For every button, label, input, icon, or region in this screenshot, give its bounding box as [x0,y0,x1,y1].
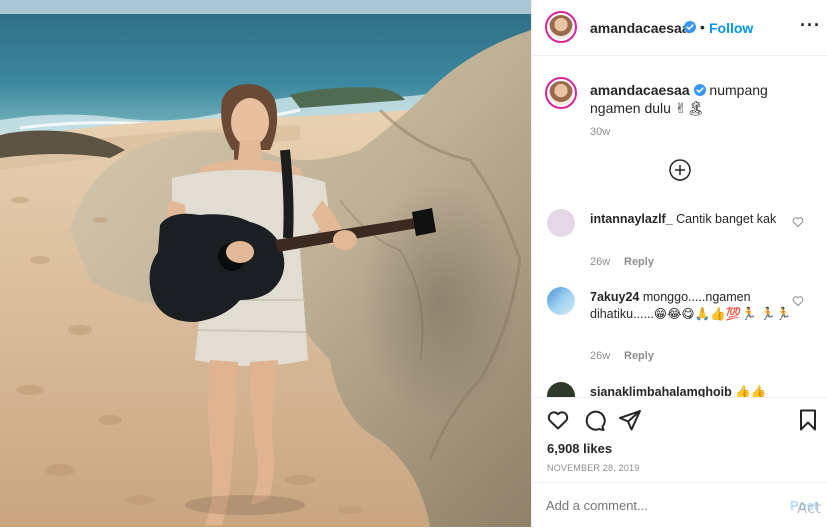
comment: 7akuy24 monggo.....ngamen dihatiku......… [590,289,795,323]
load-more-comments-icon[interactable] [669,159,691,181]
verified-icon [684,21,696,33]
comment-like-icon[interactable] [792,295,804,307]
comment-username[interactable]: intannaylazlf_ [590,212,673,226]
beach-guitar-photo [0,0,531,527]
post-actions: 6,908 likes NOVEMBER 28, 2019 Post Act [532,397,827,527]
author-username[interactable]: amandacaesaa [590,20,690,36]
comment-like-icon[interactable] [792,216,804,228]
activation-watermark: Act [797,499,822,517]
save-icon[interactable] [796,408,820,432]
comment-username[interactable]: 7akuy24 [590,290,639,304]
post-side-panel: amandacaesaa • Follow ··· amandacaesaa n… [531,0,827,527]
follow-button[interactable]: Follow [709,20,753,36]
reply-button[interactable]: Reply [624,350,654,362]
header-separator: • [700,19,705,35]
comment-icon[interactable] [582,408,606,432]
verified-icon [693,84,706,96]
caption-username[interactable]: amandacaesaa [590,82,690,98]
like-icon[interactable] [546,408,570,432]
comment-avatar[interactable] [547,209,575,237]
comment-avatar[interactable] [547,287,575,315]
post-photo[interactable] [0,0,531,527]
post-header: amandacaesaa • Follow ··· [532,0,827,56]
more-icon[interactable]: ··· [800,15,821,36]
comment: intannaylazlf_ Cantik banget kak [590,211,795,228]
comment-age: 26w [590,256,611,268]
reply-button[interactable]: Reply [624,256,654,268]
share-icon[interactable] [618,408,642,432]
comment-age: 26w [590,350,611,362]
add-comment-bar: Post Act [532,482,827,528]
caption-age: 30w [590,126,611,138]
author-avatar[interactable] [545,11,577,43]
likes-count[interactable]: 6,908 likes [547,441,612,456]
comment-input[interactable] [546,498,766,513]
comment-body: Cantik banget kak [676,212,777,226]
caption-avatar[interactable] [545,77,577,109]
caption: amandacaesaa numpang ngamen dulu ✌🏝 [590,81,770,117]
post-date: NOVEMBER 28, 2019 [547,463,640,473]
